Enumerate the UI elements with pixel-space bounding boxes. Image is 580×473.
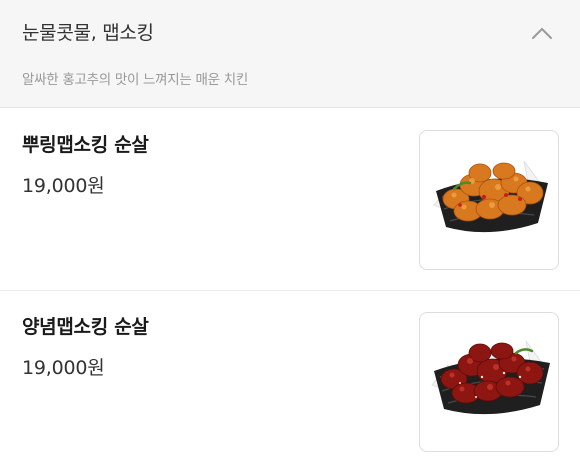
menu-item-name: 양념맵소킹 순살 (22, 316, 149, 338)
menu-item-photo (419, 130, 559, 270)
menu-item-name: 뿌링맵소킹 순살 (22, 134, 149, 156)
menu-item-price: 19,000원 (22, 175, 105, 197)
menu-item[interactable]: 뿌링맵소킹 순살 19,000원 (0, 109, 580, 291)
category-title: 눈물콧물, 맵소킹 (22, 22, 154, 44)
menu-item-price: 19,000원 (22, 357, 105, 379)
menu-item-photo (419, 312, 559, 452)
red-sauced-chicken-basket-icon (431, 340, 550, 415)
collapse-toggle-button[interactable] (528, 20, 556, 46)
chevron-up-icon (532, 28, 552, 39)
category-header[interactable]: 눈물콧물, 맵소킹 알싸한 홍고추의 맛이 느껴지는 매운 치킨 (0, 0, 580, 108)
menu-item[interactable]: 양념맵소킹 순살 19,000원 (0, 291, 580, 473)
category-description: 알싸한 홍고추의 맛이 느껴지는 매운 치킨 (22, 72, 248, 88)
golden-fried-chicken-basket-icon (433, 160, 548, 233)
